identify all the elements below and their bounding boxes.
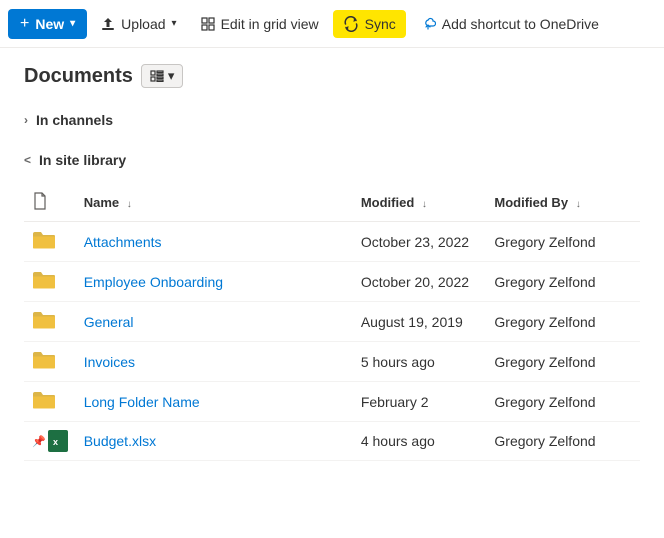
row-employee-onboarding-modified: October 20, 2022 bbox=[353, 262, 487, 302]
row-budget-xlsx-name: Budget.xlsx bbox=[76, 422, 353, 461]
layout-icon bbox=[150, 70, 164, 82]
name-col-label: Name bbox=[84, 195, 119, 210]
modified-by-col-label: Modified By bbox=[494, 195, 568, 210]
modified-col-label: Modified bbox=[361, 195, 414, 210]
add-shortcut-button[interactable]: Add shortcut to OneDrive bbox=[410, 10, 609, 38]
row-long-folder-name-modified: February 2 bbox=[353, 382, 487, 422]
row-invoices-name: Invoices bbox=[76, 342, 353, 382]
row-general-icon-cell bbox=[24, 302, 76, 342]
folder-icon bbox=[32, 230, 56, 250]
in-channels-header[interactable]: › In channels bbox=[24, 104, 640, 136]
th-icon bbox=[24, 184, 76, 222]
folder-icon bbox=[32, 390, 56, 410]
table-row[interactable]: Employee Onboarding October 20, 2022Grego… bbox=[24, 262, 640, 302]
new-button-label: New bbox=[35, 16, 64, 32]
file-name-text[interactable]: General bbox=[84, 314, 134, 330]
folder-icon bbox=[32, 270, 56, 290]
file-table-body: AttachmentsOctober 23, 2022Gregory Zelfo… bbox=[24, 222, 640, 461]
row-attachments-modified: October 23, 2022 bbox=[353, 222, 487, 262]
view-toggle-button[interactable]: ▾ bbox=[141, 64, 184, 88]
file-table: Name ↓ Modified ↓ Modified By ↓ bbox=[24, 184, 640, 461]
row-general-name: General bbox=[76, 302, 353, 342]
row-employee-onboarding-name: Employee Onboarding bbox=[76, 262, 353, 302]
upload-button[interactable]: Upload ▾ bbox=[91, 10, 186, 38]
row-long-folder-name-name: Long Folder Name bbox=[76, 382, 353, 422]
row-general-modified: August 19, 2019 bbox=[353, 302, 487, 342]
plus-icon: + bbox=[20, 15, 29, 33]
table-row[interactable]: Attachments October 23, 2022Gregory Zelfo… bbox=[24, 222, 640, 262]
sync-button[interactable]: Sync bbox=[333, 10, 406, 38]
table-row[interactable]: General August 19, 2019Gregory Zelfond bbox=[24, 302, 640, 342]
folder-icon bbox=[32, 310, 56, 330]
row-invoices-modified: 5 hours ago bbox=[353, 342, 487, 382]
file-name-text[interactable]: Budget.xlsx bbox=[84, 433, 156, 449]
excel-svg: x bbox=[50, 432, 66, 450]
add-shortcut-label: Add shortcut to OneDrive bbox=[442, 16, 599, 32]
upload-icon bbox=[101, 17, 115, 31]
row-invoices-icon-cell bbox=[24, 342, 76, 382]
new-button[interactable]: + New ▾ bbox=[8, 9, 87, 39]
file-name-text[interactable]: Long Folder Name bbox=[84, 394, 200, 410]
row-budget-xlsx-modified-by: Gregory Zelfond bbox=[486, 422, 640, 461]
row-general-modified-by: Gregory Zelfond bbox=[486, 302, 640, 342]
table-row[interactable]: Invoices 5 hours agoGregory Zelfond bbox=[24, 342, 640, 382]
upload-chevron-icon: ▾ bbox=[172, 18, 177, 29]
file-name-text[interactable]: Attachments bbox=[84, 234, 162, 250]
in-channels-section: › In channels bbox=[24, 104, 640, 136]
row-attachments-name: Attachments bbox=[76, 222, 353, 262]
file-name-text[interactable]: Invoices bbox=[84, 354, 135, 370]
sync-label: Sync bbox=[365, 16, 396, 32]
row-long-folder-name-icon-cell bbox=[24, 382, 76, 422]
table-row[interactable]: Long Folder Name February 2Gregory Zelfon… bbox=[24, 382, 640, 422]
toolbar: + New ▾ Upload ▾ Edit in grid view Sync bbox=[0, 0, 664, 48]
row-employee-onboarding-modified-by: Gregory Zelfond bbox=[486, 262, 640, 302]
row-budget-xlsx-modified: 4 hours ago bbox=[353, 422, 487, 461]
row-attachments-modified-by: Gregory Zelfond bbox=[486, 222, 640, 262]
in-channels-label: In channels bbox=[36, 112, 113, 128]
th-modified-by[interactable]: Modified By ↓ bbox=[486, 184, 640, 222]
modified-sort-icon: ↓ bbox=[422, 199, 427, 210]
in-site-library-label: In site library bbox=[39, 152, 126, 168]
pin-icon: 📌 bbox=[32, 435, 46, 448]
documents-header: Documents ▾ bbox=[24, 64, 640, 88]
th-modified[interactable]: Modified ↓ bbox=[353, 184, 487, 222]
grid-icon bbox=[201, 17, 215, 31]
file-header-icon bbox=[32, 192, 48, 210]
in-site-library-section: ˅ In site library Name ↓ bbox=[24, 144, 640, 461]
row-long-folder-name-modified-by: Gregory Zelfond bbox=[486, 382, 640, 422]
edit-grid-button[interactable]: Edit in grid view bbox=[191, 10, 329, 38]
row-attachments-icon-cell bbox=[24, 222, 76, 262]
upload-label: Upload bbox=[121, 16, 165, 32]
table-header-row: Name ↓ Modified ↓ Modified By ↓ bbox=[24, 184, 640, 222]
channels-chevron-icon: › bbox=[24, 113, 28, 127]
modified-by-sort-icon: ↓ bbox=[576, 199, 581, 210]
in-site-library-header[interactable]: ˅ In site library bbox=[24, 144, 640, 176]
file-name-text[interactable]: Employee Onboarding bbox=[84, 274, 223, 290]
page-title: Documents bbox=[24, 65, 133, 88]
row-employee-onboarding-icon-cell bbox=[24, 262, 76, 302]
th-name[interactable]: Name ↓ bbox=[76, 184, 353, 222]
page-content: Documents ▾ › In channels ˅ In site libr… bbox=[0, 48, 664, 461]
edit-grid-label: Edit in grid view bbox=[221, 16, 319, 32]
library-chevron-icon: ˅ bbox=[21, 156, 35, 163]
row-invoices-modified-by: Gregory Zelfond bbox=[486, 342, 640, 382]
excel-icon: x bbox=[48, 430, 68, 452]
view-chevron-icon: ▾ bbox=[168, 68, 175, 84]
row-budget-xlsx-icon-cell: 📌 x bbox=[24, 422, 76, 461]
name-sort-icon: ↓ bbox=[127, 199, 132, 210]
svg-text:x: x bbox=[53, 437, 58, 447]
folder-icon bbox=[32, 350, 56, 370]
onedrive-icon bbox=[420, 16, 436, 32]
sync-icon bbox=[343, 16, 359, 32]
table-row[interactable]: 📌 x Budget.xlsx 4 hours agoGregory Zelfon… bbox=[24, 422, 640, 461]
new-chevron-icon: ▾ bbox=[70, 18, 75, 29]
